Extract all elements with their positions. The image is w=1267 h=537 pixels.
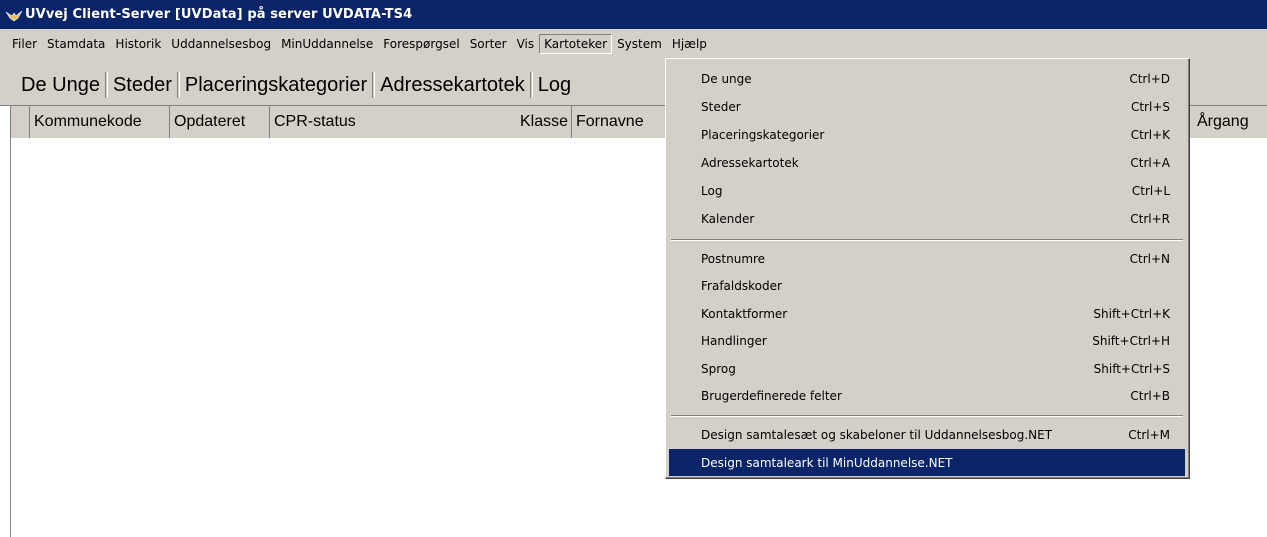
menu-item-frafaldskoder[interactable]: Frafaldskoder bbox=[669, 272, 1185, 299]
column-aargang[interactable]: Årgang bbox=[1193, 106, 1267, 138]
menu-item-label: Postnumre bbox=[701, 251, 766, 266]
menu-item-shortcut: Ctrl+M bbox=[1128, 427, 1170, 442]
menu-item-log[interactable]: Log Ctrl+L bbox=[669, 177, 1185, 204]
menu-minuddannelse[interactable]: MinUddannelse bbox=[276, 34, 378, 54]
menu-item-label: Steder bbox=[701, 99, 741, 114]
menu-item-shortcut: Ctrl+L bbox=[1131, 183, 1170, 198]
menu-item-label: Kalender bbox=[701, 211, 755, 226]
tab-adressekartotek[interactable]: Adressekartotek bbox=[375, 70, 530, 100]
menu-item-kontaktformer[interactable]: Kontaktformer Shift+Ctrl+K bbox=[669, 300, 1185, 327]
kartoteker-dropdown-menu: De unge Ctrl+D Steder Ctrl+S Placeringsk… bbox=[665, 58, 1190, 479]
tab-steder[interactable]: Steder bbox=[108, 70, 177, 100]
menu-sorter[interactable]: Sorter bbox=[465, 34, 512, 54]
window-title: UVvej Client-Server [UVData] på server U… bbox=[25, 7, 413, 22]
menu-item-brugerdefinerede-felter[interactable]: Brugerdefinerede felter Ctrl+B bbox=[669, 382, 1185, 409]
column-klasse[interactable]: Klasse bbox=[500, 106, 572, 138]
tab-log[interactable]: Log bbox=[533, 70, 576, 100]
menu-item-postnumre[interactable]: Postnumre Ctrl+N bbox=[669, 245, 1185, 272]
menu-filer[interactable]: Filer bbox=[0, 34, 42, 54]
menu-item-shortcut: Ctrl+D bbox=[1129, 71, 1170, 86]
column-kommunekode[interactable]: Kommunekode bbox=[30, 106, 170, 138]
menu-system[interactable]: System bbox=[612, 34, 667, 54]
menu-hjaelp[interactable]: Hjælp bbox=[667, 34, 712, 54]
menu-item-handlinger[interactable]: Handlinger Shift+Ctrl+H bbox=[669, 327, 1185, 354]
menu-item-kalender[interactable]: Kalender Ctrl+R bbox=[669, 205, 1185, 232]
menu-item-sprog[interactable]: Sprog Shift+Ctrl+S bbox=[669, 355, 1185, 382]
menu-item-label: Design samtalesæt og skabeloner til Udda… bbox=[701, 427, 1053, 442]
menu-item-label: Kontaktformer bbox=[701, 306, 788, 321]
menu-item-shortcut: Shift+Ctrl+K bbox=[1093, 306, 1170, 321]
column-opdateret[interactable]: Opdateret bbox=[170, 106, 270, 138]
menu-item-shortcut: Ctrl+N bbox=[1129, 251, 1170, 266]
tab-de-unge[interactable]: De Unge bbox=[16, 70, 105, 100]
menu-uddannelsesbog[interactable]: Uddannelsesbog bbox=[166, 34, 276, 54]
menu-item-label: Brugerdefinerede felter bbox=[701, 388, 842, 403]
menu-kartoteker[interactable]: Kartoteker bbox=[539, 33, 613, 54]
menu-historik[interactable]: Historik bbox=[110, 34, 166, 54]
menu-item-shortcut: Ctrl+R bbox=[1130, 211, 1170, 226]
bird-icon bbox=[5, 10, 23, 21]
title-bar: UVvej Client-Server [UVData] på server U… bbox=[0, 0, 1267, 29]
menu-separator bbox=[671, 239, 1183, 241]
menu-item-adressekartotek[interactable]: Adressekartotek Ctrl+A bbox=[669, 149, 1185, 176]
menu-item-label: Placeringskategorier bbox=[701, 127, 825, 142]
menu-item-design-samtaleark[interactable]: Design samtaleark til MinUddannelse.NET bbox=[669, 449, 1185, 476]
menu-item-shortcut: Shift+Ctrl+S bbox=[1093, 361, 1170, 376]
menu-item-shortcut: Ctrl+S bbox=[1130, 99, 1170, 114]
menu-bar: Filer Stamdata Historik Uddannelsesbog M… bbox=[0, 29, 1267, 59]
menu-item-placeringskategorier[interactable]: Placeringskategorier Ctrl+K bbox=[669, 121, 1185, 148]
menu-item-label: Design samtaleark til MinUddannelse.NET bbox=[701, 455, 953, 470]
menu-item-de-unge[interactable]: De unge Ctrl+D bbox=[669, 65, 1185, 92]
menu-item-steder[interactable]: Steder Ctrl+S bbox=[669, 93, 1185, 120]
menu-stamdata[interactable]: Stamdata bbox=[42, 34, 110, 54]
menu-item-shortcut: Shift+Ctrl+H bbox=[1092, 333, 1170, 348]
menu-item-shortcut: Ctrl+B bbox=[1130, 388, 1170, 403]
menu-item-design-samtalesaet[interactable]: Design samtalesæt og skabeloner til Udda… bbox=[669, 421, 1185, 448]
menu-item-label: Adressekartotek bbox=[701, 155, 799, 170]
tab-placeringskategorier[interactable]: Placeringskategorier bbox=[180, 70, 372, 100]
menu-item-label: Handlinger bbox=[701, 333, 767, 348]
menu-vis[interactable]: Vis bbox=[512, 34, 540, 54]
menu-item-label: Sprog bbox=[701, 361, 736, 376]
menu-separator bbox=[671, 415, 1183, 417]
column-fornavne[interactable]: Fornavne bbox=[572, 106, 672, 138]
menu-forespoergsel[interactable]: Forespørgsel bbox=[378, 34, 464, 54]
menu-item-shortcut: Ctrl+A bbox=[1130, 155, 1170, 170]
menu-item-shortcut: Ctrl+K bbox=[1130, 127, 1170, 142]
menu-item-label: Frafaldskoder bbox=[701, 278, 782, 293]
column-indicator[interactable] bbox=[10, 106, 30, 138]
menu-item-label: De unge bbox=[701, 71, 752, 86]
menu-item-label: Log bbox=[701, 183, 723, 198]
